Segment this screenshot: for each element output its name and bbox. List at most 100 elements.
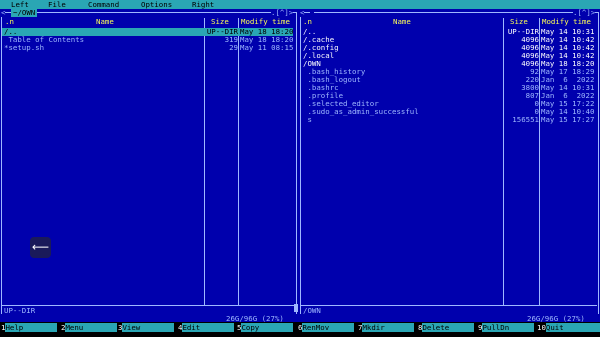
table-row[interactable]: *setup.sh 29 May 11 08:15 [2, 44, 293, 52]
right-panel[interactable]: < .[^]> .n Name Size Modify time /.. UP--… [299, 8, 600, 323]
right-panel-corner[interactable]: .[^]> [573, 9, 596, 17]
menu-right[interactable]: Right [192, 0, 214, 9]
file-mtime: May 18 18:20 [240, 36, 293, 44]
fkey-label: PullDn [482, 323, 535, 332]
fkey-pulldn[interactable]: 9PullDn [478, 323, 535, 332]
file-name: /.config [303, 44, 339, 52]
file-mtime: May 14 10:42 [541, 44, 595, 52]
file-name: .sudo_as_admin_successful [303, 108, 419, 116]
left-status-divider [2, 305, 295, 306]
file-mtime: May 14 10:31 [541, 84, 595, 92]
fkey-label: RenMov [302, 323, 355, 332]
file-name: .bash_history [303, 68, 366, 76]
fkey-label: Edit [182, 323, 235, 332]
fkey-renmov[interactable]: 6RenMov [298, 323, 355, 332]
menu-options[interactable]: Options [141, 0, 172, 9]
fkey-label: View [122, 323, 175, 332]
file-size: 29 [229, 44, 238, 52]
file-size: 807 [525, 92, 539, 100]
table-row[interactable]: /.config 4096 May 14 10:42 [301, 44, 595, 52]
fkey-label: Mkdir [362, 323, 415, 332]
function-key-bar: 1Help 2Menu 3View 4Edit 5Copy 6RenMov 7Mkdir 8D… [0, 322, 600, 337]
fkey-edit[interactable]: 4Edit [178, 323, 235, 332]
panel-scroll-marker [294, 304, 298, 312]
file-mtime: May 18 18:20 [541, 60, 595, 68]
fkey-number: 10 [537, 323, 546, 332]
file-name: /OWN [303, 60, 321, 68]
file-mtime: May 15 17:27 [541, 116, 595, 124]
right-panel-path[interactable] [310, 9, 314, 17]
file-name: *setup.sh [4, 44, 45, 52]
fkey-help[interactable]: 1Help [1, 323, 58, 332]
table-row[interactable]: .selected_editor 0 May 15 17:22 [301, 100, 595, 108]
file-name: s [303, 116, 312, 124]
fkey-copy[interactable]: 5Copy [237, 323, 294, 332]
right-status-line: /OWN [303, 306, 321, 315]
fkey-view[interactable]: 3View [118, 323, 175, 332]
back-button[interactable]: ⟵ [30, 237, 51, 258]
left-header-name[interactable]: Name [96, 18, 114, 26]
fkey-label: Help [5, 323, 58, 332]
table-row[interactable]: /OWN 4096 May 18 18:20 [301, 60, 595, 68]
right-header-name[interactable]: Name [393, 18, 411, 26]
table-row[interactable]: .bashrc 3800 May 14 10:31 [301, 84, 595, 92]
left-column-divider [238, 18, 239, 305]
table-row[interactable]: .bash_logout 220 Jan 6 2022 [301, 76, 595, 84]
file-mtime: Jan 6 2022 [541, 76, 595, 84]
fkey-label: Menu [65, 323, 118, 332]
table-row[interactable]: /.local 4096 May 14 10:42 [301, 52, 595, 60]
table-row[interactable]: /.cache 4096 May 14 10:42 [301, 36, 595, 44]
file-mtime: May 17 18:29 [541, 68, 595, 76]
file-mtime: May 14 10:40 [541, 108, 595, 116]
table-row[interactable]: .profile 807 Jan 6 2022 [301, 92, 595, 100]
right-status-divider [301, 305, 597, 306]
file-name: /.. [4, 28, 18, 36]
left-header-size[interactable]: Size [211, 18, 229, 26]
left-header-n[interactable]: .n [5, 18, 14, 26]
left-header-mtime[interactable]: Modify time [241, 18, 290, 26]
left-panel[interactable]: < ~/OWN .[^]> .n Name Size Modify time /… [0, 9, 298, 323]
fkey-label: Quit [545, 323, 600, 332]
right-panel-corner-left: < [300, 8, 305, 17]
file-name: Table of Contents [4, 36, 85, 44]
table-row[interactable]: s 156551 May 15 17:27 [301, 116, 595, 124]
menu-file[interactable]: File [48, 0, 66, 9]
fkey-delete[interactable]: 8Delete [418, 323, 475, 332]
fkey-quit[interactable]: 10Quit [537, 323, 600, 332]
file-size: 0 [534, 100, 539, 108]
file-name: /.local [303, 52, 335, 60]
file-mtime: Jan 6 2022 [541, 92, 595, 100]
left-status-line: UP--DIR [4, 306, 36, 315]
file-name: .profile [303, 92, 344, 100]
right-header-size[interactable]: Size [510, 18, 528, 26]
table-row[interactable]: Table of Contents 319 May 18 18:20 [2, 36, 293, 44]
table-row[interactable]: .sudo_as_admin_successful 0 May 14 10:40 [301, 108, 595, 116]
right-header-n[interactable]: .n [303, 18, 312, 26]
file-size: 4096 [521, 44, 539, 52]
menu-command[interactable]: Command [88, 0, 119, 9]
fkey-label: Copy [241, 323, 294, 332]
midnight-commander-window: Left File Command Options Right < ~/OWN … [0, 0, 600, 337]
right-header-mtime[interactable]: Modify time [542, 18, 591, 26]
file-size: 156551 [512, 116, 539, 124]
fkey-menu[interactable]: 2Menu [61, 323, 118, 332]
file-size: 4096 [521, 36, 539, 44]
left-panel-path[interactable]: ~/OWN [11, 9, 38, 17]
file-size: 92 [530, 68, 539, 76]
file-name: .bashrc [303, 84, 339, 92]
file-mtime: May 18 18:20 [240, 28, 293, 36]
file-size: 319 [224, 36, 238, 44]
file-size: 4096 [521, 52, 539, 60]
left-column-divider [204, 18, 205, 305]
left-panel-corner[interactable]: .[^]> [271, 9, 294, 17]
file-name: /.. [303, 28, 317, 36]
table-row[interactable]: .bash_history 92 May 17 18:29 [301, 68, 595, 76]
back-arrow-icon: ⟵ [31, 240, 50, 254]
table-row[interactable]: /.. UP--DIR May 18 18:20 [2, 28, 293, 36]
file-mtime: May 14 10:42 [541, 52, 595, 60]
fkey-label: Delete [422, 323, 475, 332]
file-size: 4096 [521, 60, 539, 68]
table-row[interactable]: /.. UP--DIR May 14 10:31 [301, 28, 595, 36]
fkey-mkdir[interactable]: 7Mkdir [358, 323, 415, 332]
file-size: 0 [534, 108, 539, 116]
